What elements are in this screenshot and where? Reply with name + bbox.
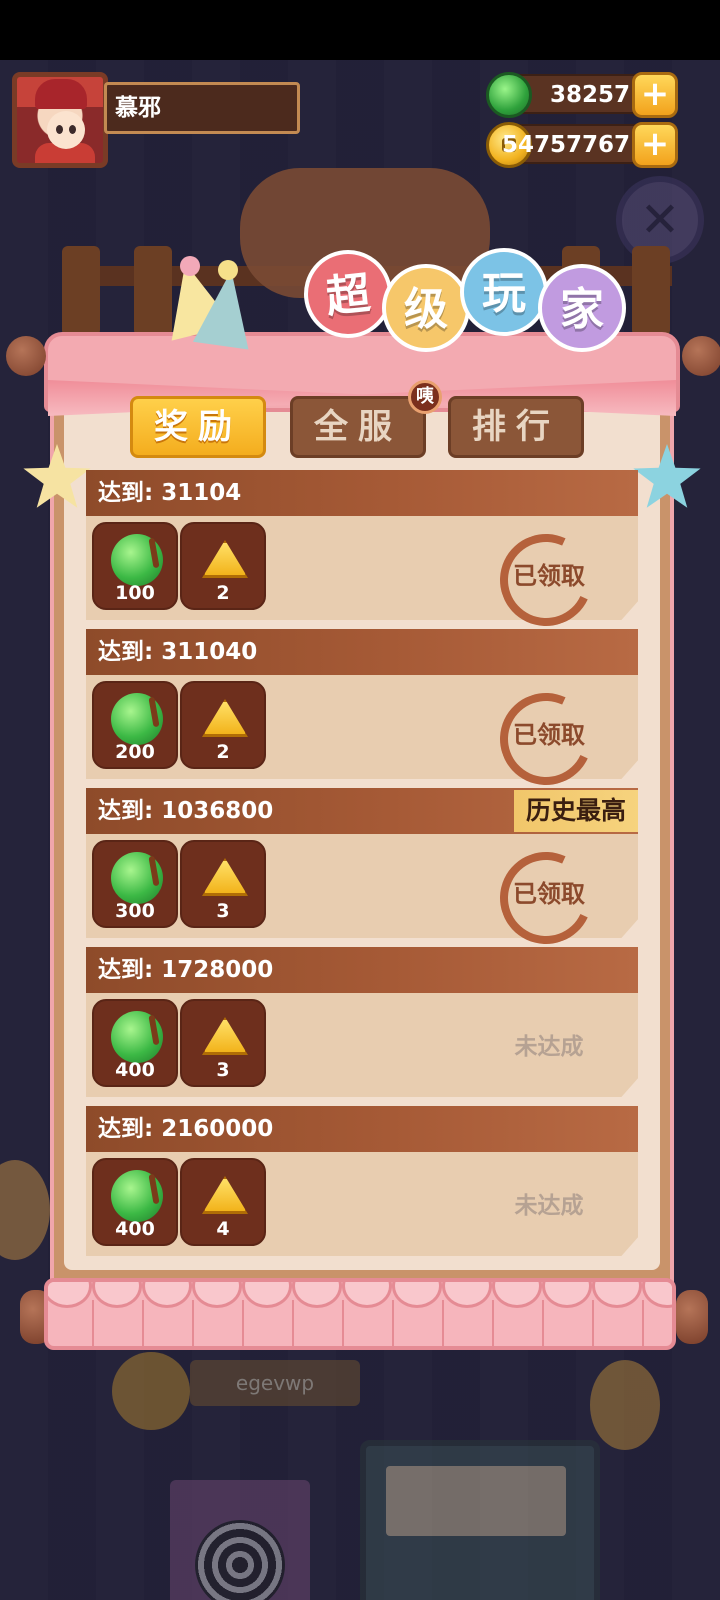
- cheese-reward: 4: [180, 1158, 266, 1246]
- avatar-eye: [69, 125, 76, 134]
- plus-icon: +: [640, 74, 670, 114]
- background-name-plate: egevwp: [190, 1360, 360, 1406]
- status-bar: [0, 0, 720, 60]
- cheese-count: 2: [216, 582, 230, 604]
- plus-icon: +: [640, 124, 670, 164]
- green-apple-icon: [111, 1011, 163, 1063]
- dartboard: [195, 1520, 285, 1600]
- apple-reward: 400: [92, 999, 178, 1087]
- cheese-count: 3: [216, 1059, 230, 1081]
- apple-count: 200: [115, 741, 155, 763]
- gem-value: 38257: [549, 82, 630, 108]
- cheese-icon: [202, 858, 248, 896]
- cheese-icon: [202, 1176, 248, 1214]
- cheese-count: 2: [216, 741, 230, 763]
- coin-value: 54757767: [501, 132, 630, 158]
- bottom-scallop-border: [44, 1278, 676, 1350]
- title-char-3: 玩: [460, 248, 548, 336]
- cheese-icon: [202, 1017, 248, 1055]
- rod-end-right: [676, 1290, 708, 1344]
- gem-counter: 38257 +: [486, 72, 678, 118]
- reward-status: 未达成: [514, 1193, 584, 1219]
- reward-status: 已领取: [513, 562, 585, 590]
- row-header: 达到: 2160000: [86, 1106, 638, 1152]
- add-gems-button[interactable]: +: [632, 72, 678, 118]
- reward-status: 已领取: [513, 721, 585, 749]
- row-target: 达到: 1036800: [98, 798, 274, 824]
- arcade-screen: [386, 1466, 566, 1536]
- avatar-hat: [35, 79, 87, 109]
- trophy-icon: [112, 1352, 190, 1430]
- apple-reward: 200: [92, 681, 178, 769]
- player-name: 慕邪: [104, 82, 300, 134]
- reward-row: 达到: 1036800 历史最高 300 3 已领取: [86, 788, 638, 957]
- cheese-icon: [202, 699, 248, 737]
- row-header: 达到: 1036800 历史最高: [86, 788, 638, 834]
- reward-row: 达到: 1728000 400 3 未达成: [86, 947, 638, 1099]
- apple-reward: 300: [92, 840, 178, 928]
- apple-reward: 100: [92, 522, 178, 610]
- title-char-4: 家: [538, 264, 626, 352]
- tab-ranking[interactable]: 排行: [448, 396, 584, 458]
- avatar-face: [47, 111, 85, 149]
- cheese-reward: 3: [180, 999, 266, 1087]
- record-badge: 历史最高: [513, 790, 638, 832]
- apple-count: 300: [115, 900, 155, 922]
- row-target: 达到: 2160000: [98, 1116, 274, 1142]
- row-header: 达到: 311040: [86, 629, 638, 675]
- coin-counter: 54757767 +: [486, 122, 678, 168]
- green-apple-icon: [111, 1170, 163, 1222]
- tab-notification-badge: 咦: [408, 380, 442, 414]
- avatar[interactable]: [12, 72, 108, 168]
- cheese-reward: 2: [180, 522, 266, 610]
- cheese-count: 3: [216, 900, 230, 922]
- reward-row: 达到: 2160000 400 4 未达成: [86, 1106, 638, 1258]
- dart-machine: [170, 1480, 310, 1600]
- green-apple-icon: [111, 852, 163, 904]
- cheese-reward: 2: [180, 681, 266, 769]
- apple-reward: 400: [92, 1158, 178, 1246]
- green-apple-icon: [111, 534, 163, 586]
- reward-status: 已领取: [513, 880, 585, 908]
- rod-end-right: [682, 336, 720, 376]
- hat-pom: [218, 260, 238, 280]
- arcade-machine: [360, 1440, 600, 1600]
- green-apple-icon: [111, 693, 163, 745]
- reward-row: 达到: 311040 200 2 已领取: [86, 629, 638, 798]
- balloon-decoration: [590, 1360, 660, 1450]
- row-header: 达到: 31104: [86, 470, 638, 516]
- row-target: 达到: 31104: [98, 480, 242, 506]
- reward-row: 达到: 31104 100 2 已领取: [86, 470, 638, 639]
- rod-end-left: [6, 336, 46, 376]
- reward-status: 未达成: [514, 1034, 584, 1060]
- hat-pom: [180, 256, 200, 276]
- row-header: 达到: 1728000: [86, 947, 638, 993]
- balloon-decoration: [0, 1160, 50, 1260]
- row-target: 达到: 1728000: [98, 957, 274, 983]
- add-coins-button[interactable]: +: [632, 122, 678, 168]
- row-target: 达到: 311040: [98, 639, 258, 665]
- title-char-2: 级: [382, 264, 470, 352]
- apple-count: 400: [115, 1218, 155, 1240]
- apple-count: 100: [115, 582, 155, 604]
- cheese-reward: 3: [180, 840, 266, 928]
- green-apple-gem-icon: [486, 72, 532, 118]
- avatar-eye: [56, 125, 63, 134]
- tab-server[interactable]: 全服: [290, 396, 426, 458]
- cheese-icon: [202, 540, 248, 578]
- cheese-count: 4: [216, 1218, 230, 1240]
- apple-count: 400: [115, 1059, 155, 1081]
- tab-rewards[interactable]: 奖励: [130, 396, 266, 458]
